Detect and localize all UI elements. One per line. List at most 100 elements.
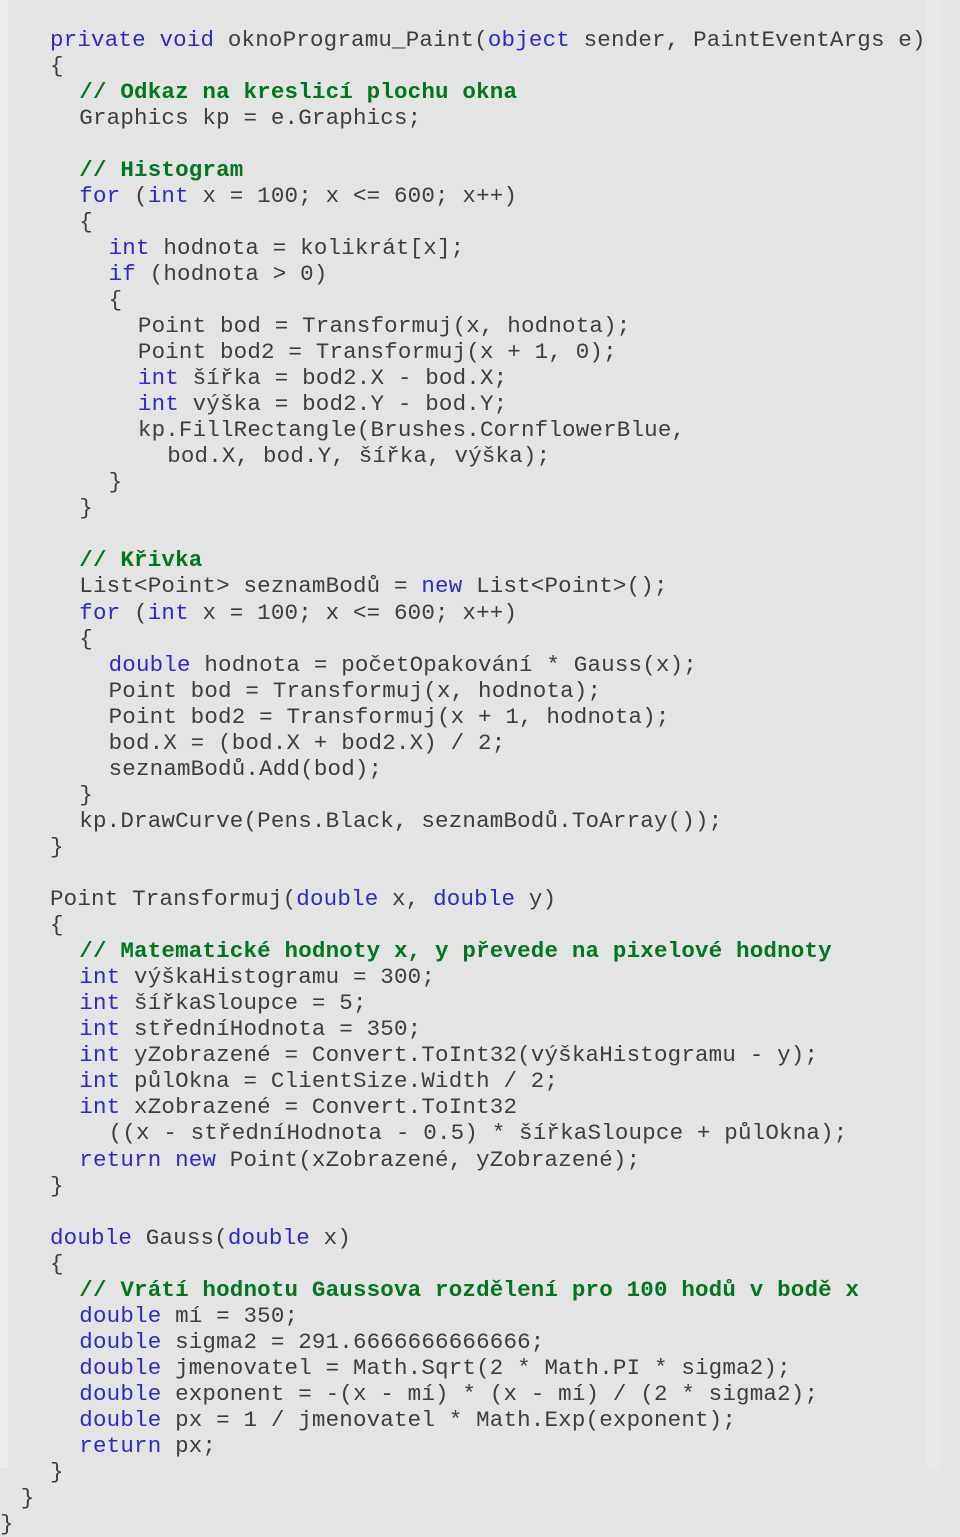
code-keyword: int — [79, 1068, 120, 1094]
code-line: Point Transformuj(double x, double y) — [0, 886, 960, 912]
code-text: oknoProgramu_Paint( — [228, 27, 488, 53]
code-keyword: double — [433, 886, 515, 912]
code-text: Gauss( — [132, 1225, 228, 1251]
code-line: Point bod2 = Transformuj(x + 1, hodnota)… — [0, 704, 960, 730]
code-keyword: double — [79, 1407, 161, 1433]
code-text: x = 100; x <= 600; x++) — [189, 183, 517, 209]
code-text: středníHodnota = 350; — [120, 1016, 421, 1042]
code-line: if (hodnota > 0) — [0, 261, 960, 287]
code-keyword: int — [79, 1016, 120, 1042]
code-line: double jmenovatel = Math.Sqrt(2 * Math.P… — [0, 1355, 960, 1381]
code-keyword: for — [79, 183, 120, 209]
code-text: xZobrazené = Convert.ToInt32 — [120, 1094, 517, 1120]
code-text: x) — [310, 1225, 351, 1251]
code-text: List<Point>(); — [462, 573, 667, 599]
code-line: } — [0, 469, 960, 495]
code-keyword: double — [296, 886, 378, 912]
code-line: } — [0, 1173, 960, 1199]
code-text: hodnota = početOpakování * Gauss(x); — [191, 652, 697, 678]
code-text: ((x - středníHodnota - 0.5) * šířkaSloup… — [109, 1120, 848, 1146]
code-line: // Histogram — [0, 157, 960, 183]
code-text: Point(xZobrazené, yZobrazené); — [216, 1147, 640, 1173]
code-text: } — [50, 834, 64, 860]
code-line: private void oknoProgramu_Paint(object s… — [0, 27, 960, 53]
code-text: px; — [161, 1433, 216, 1459]
code-line: // Vrátí hodnotu Gaussova rozdělení pro … — [0, 1277, 960, 1303]
code-line: int xZobrazené = Convert.ToInt32 — [0, 1094, 960, 1120]
code-keyword: for — [79, 600, 120, 626]
code-keyword: double — [50, 1225, 132, 1251]
code-text: px = 1 / jmenovatel * Math.Exp(exponent)… — [161, 1407, 736, 1433]
code-text: y) — [515, 886, 556, 912]
code-line: double hodnota = početOpakování * Gauss(… — [0, 652, 960, 678]
code-text: bod.X, bod.Y, šířka, výška); — [167, 443, 550, 469]
code-keyword: if — [109, 261, 136, 287]
code-line: Graphics kp = e.Graphics; — [0, 105, 960, 131]
code-text: bod.X = (bod.X + bod2.X) / 2; — [109, 730, 506, 756]
code-line: int šířkaSloupce = 5; — [0, 990, 960, 1016]
code-text: ( — [120, 183, 147, 209]
code-line: bod.X = (bod.X + bod2.X) / 2; — [0, 730, 960, 756]
code-text: { — [50, 912, 64, 938]
code-text: x, — [378, 886, 433, 912]
code-text: exponent = -(x - mí) * (x - mí) / (2 * s… — [161, 1381, 818, 1407]
code-text: kp.FillRectangle(Brushes.CornflowerBlue, — [138, 417, 685, 443]
code-text: List<Point> seznamBodů = — [79, 573, 421, 599]
code-keyword: int — [79, 1094, 120, 1120]
code-text: { — [79, 626, 93, 652]
code-line: // Matematické hodnoty x, y převede na p… — [0, 938, 960, 964]
code-line: { — [0, 626, 960, 652]
code-keyword: object — [488, 27, 570, 53]
code-line: // Křivka — [0, 547, 960, 573]
code-keyword: return — [79, 1433, 161, 1459]
code-text: yZobrazené = Convert.ToInt32(výškaHistog… — [120, 1042, 818, 1068]
code-text: mí = 350; — [161, 1303, 298, 1329]
code-line: bod.X, bod.Y, šířka, výška); — [0, 443, 960, 469]
code-keyword: double — [79, 1381, 161, 1407]
code-text: šířka = bod2.X - bod.X; — [179, 365, 507, 391]
code-line: int středníHodnota = 350; — [0, 1016, 960, 1042]
code-keyword: int — [138, 391, 179, 417]
code-line: Point bod = Transformuj(x, hodnota); — [0, 678, 960, 704]
code-line: } — [0, 495, 960, 521]
code-keyword: private void — [50, 27, 228, 53]
code-line: return new Point(xZobrazené, yZobrazené)… — [0, 1147, 960, 1173]
code-line: { — [0, 209, 960, 235]
code-line: double exponent = -(x - mí) * (x - mí) /… — [0, 1381, 960, 1407]
code-text: výškaHistogramu = 300; — [120, 964, 435, 990]
code-keyword: int — [109, 235, 150, 261]
code-keyword: return new — [79, 1147, 216, 1173]
code-line: kp.FillRectangle(Brushes.CornflowerBlue, — [0, 417, 960, 443]
code-text: Point bod2 = Transformuj(x + 1, 0); — [138, 339, 617, 365]
code-text: { — [79, 209, 93, 235]
code-line: int výškaHistogramu = 300; — [0, 964, 960, 990]
code-keyword: int — [148, 183, 189, 209]
code-line: int šířka = bod2.X - bod.X; — [0, 365, 960, 391]
code-text: hodnota = kolikrát[x]; — [150, 235, 465, 261]
code-keyword: int — [138, 365, 179, 391]
code-text: ( — [120, 600, 147, 626]
code-line: int výška = bod2.Y - bod.Y; — [0, 391, 960, 417]
code-line: List<Point> seznamBodů = new List<Point>… — [0, 573, 960, 599]
code-text: kp.DrawCurve(Pens.Black, seznamBodů.ToAr… — [79, 808, 722, 834]
code-text: sender, PaintEventArgs e) — [570, 27, 926, 53]
code-text: x = 100; x <= 600; x++) — [189, 600, 517, 626]
code-line: { — [0, 912, 960, 938]
code-line: { — [0, 287, 960, 313]
code-line: for (int x = 100; x <= 600; x++) — [0, 600, 960, 626]
code-text: jmenovatel = Math.Sqrt(2 * Math.PI * sig… — [161, 1355, 790, 1381]
code-text: seznamBodů.Add(bod); — [109, 756, 383, 782]
code-keyword: double — [228, 1225, 310, 1251]
code-comment: // Křivka — [79, 547, 202, 573]
code-keyword: double — [79, 1355, 161, 1381]
code-text: sigma2 = 291.6666666666666; — [161, 1329, 544, 1355]
code-text: } — [21, 1485, 35, 1511]
code-text: { — [50, 1251, 64, 1277]
code-line: kp.DrawCurve(Pens.Black, seznamBodů.ToAr… — [0, 808, 960, 834]
code-keyword: double — [109, 652, 191, 678]
code-line — [0, 131, 960, 157]
code-text: } — [50, 1173, 64, 1199]
code-text: (hodnota > 0) — [136, 261, 328, 287]
code-text: Point bod = Transformuj(x, hodnota); — [138, 313, 631, 339]
code-text: } — [50, 1459, 64, 1485]
